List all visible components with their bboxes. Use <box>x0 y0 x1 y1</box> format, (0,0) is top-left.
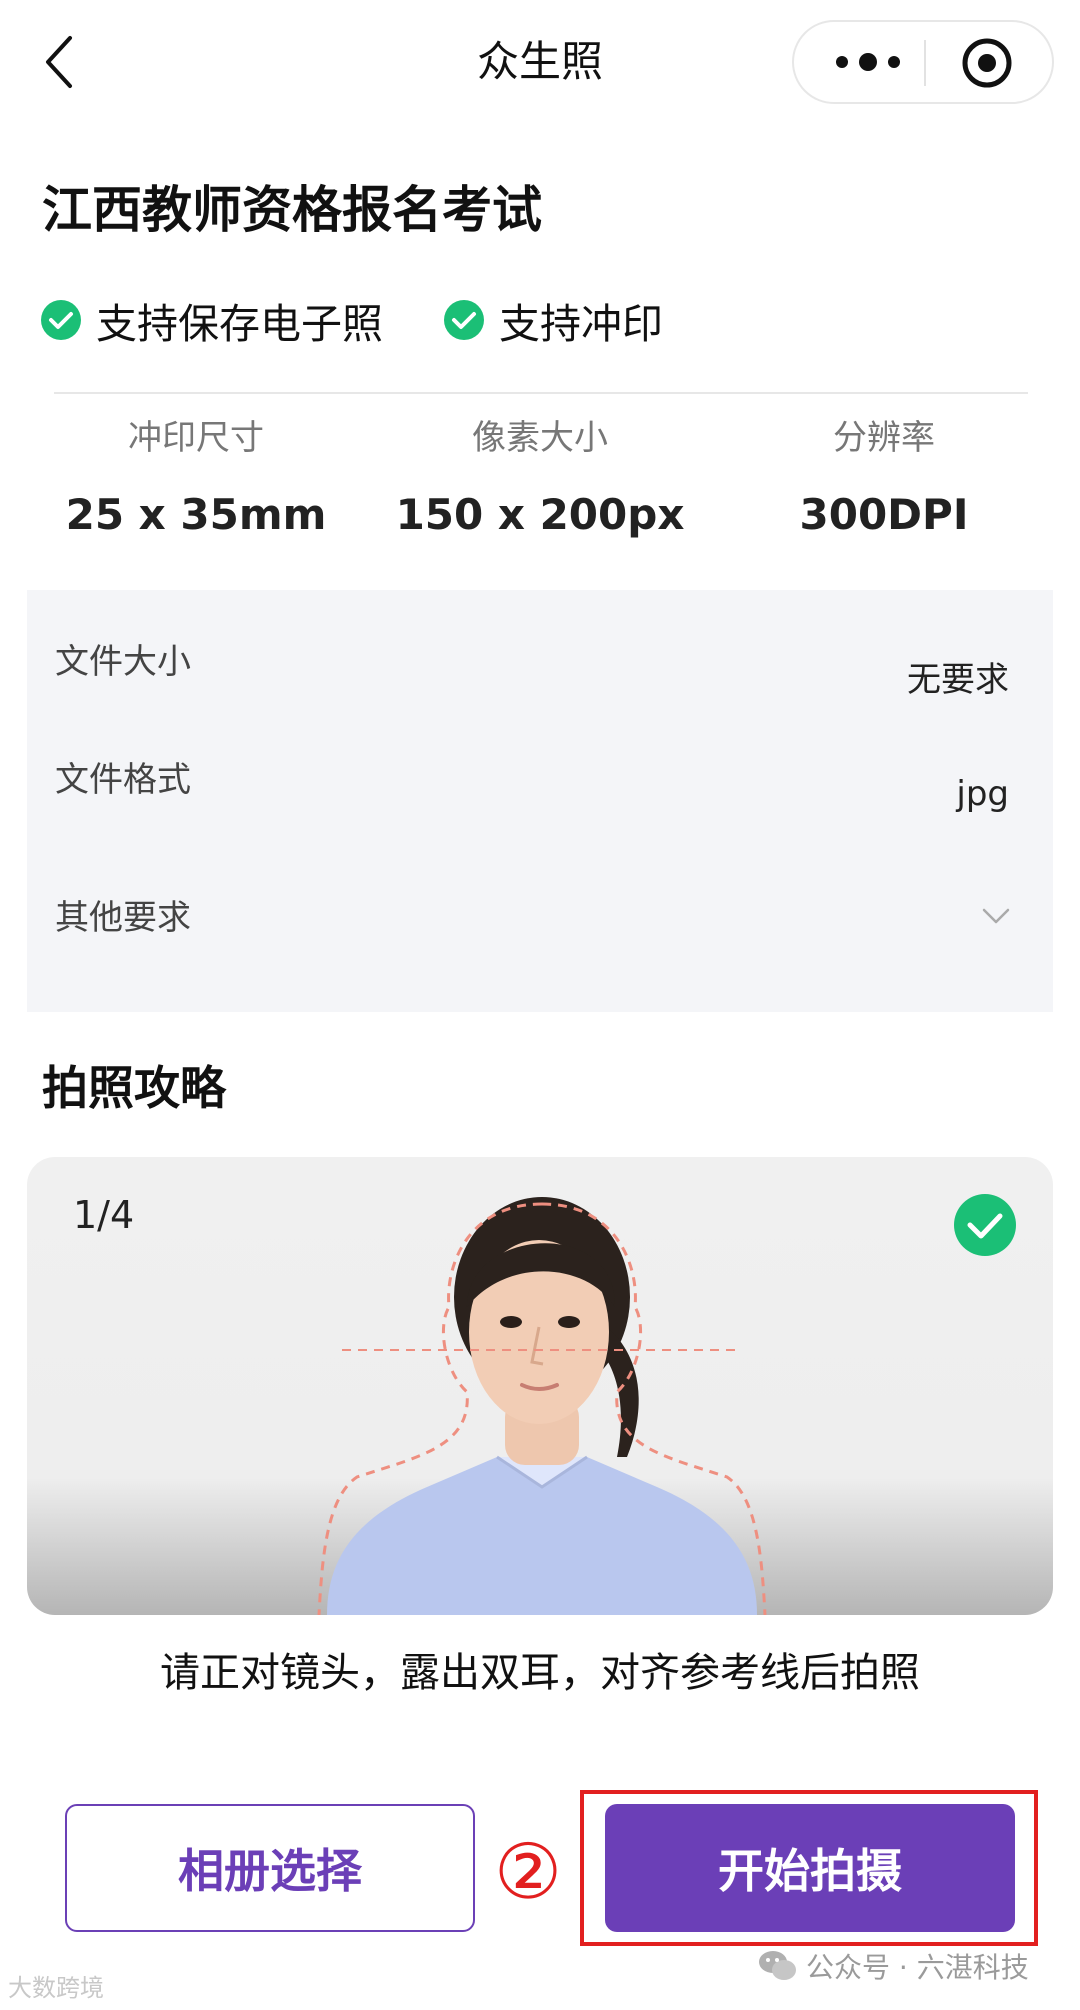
guide-hint-text: 请正对镜头，露出双耳，对齐参考线后拍照 <box>160 1650 920 1696</box>
file-format-value: jpg <box>956 774 1009 814</box>
divider <box>54 392 1028 394</box>
step-marker: ② <box>494 1827 563 1916</box>
spec-value: 300DPI <box>799 490 969 539</box>
spec-resolution: 分辨率 300DPI <box>714 410 1054 539</box>
other-requirements-label: 其他要求 <box>55 898 191 938</box>
check-circle-icon <box>954 1194 1016 1256</box>
file-format-label: 文件格式 <box>55 760 191 800</box>
file-size-value: 无要求 <box>907 660 1009 700</box>
file-format-row: 文件格式 jpg <box>55 752 1025 822</box>
feature-save-electronic: 支持保存电子照 <box>40 290 383 350</box>
feature-label: 支持保存电子照 <box>96 300 383 348</box>
guide-carousel-card[interactable]: 1/4 <box>27 1157 1053 1615</box>
page-title: 江西教师资格报名考试 <box>42 181 542 239</box>
mini-program-capsule <box>792 20 1054 104</box>
spec-pixel-size: 像素大小 150 x 200px <box>370 410 710 539</box>
watermark-text: 公众号 · 六湛科技 <box>806 1951 1029 1984</box>
other-requirements-row[interactable]: 其他要求 <box>55 890 1025 946</box>
spec-value: 150 x 200px <box>395 490 685 539</box>
watermark-left: 大数跨境 <box>8 1974 104 2002</box>
chevron-down-icon[interactable] <box>981 906 1011 926</box>
feature-print: 支持冲印 <box>443 290 663 350</box>
example-portrait-image <box>317 1197 767 1615</box>
guide-section-title: 拍照攻略 <box>42 1061 226 1115</box>
carousel-counter: 1/4 <box>73 1193 135 1237</box>
spec-print-size: 冲印尺寸 25 x 35mm <box>26 410 366 539</box>
watermark-official-account: 公众号 · 六湛科技 <box>758 1946 1029 1986</box>
file-size-label: 文件大小 <box>55 642 191 682</box>
requirements-panel: 文件大小 无要求 文件格式 jpg 其他要求 <box>27 590 1053 1012</box>
wechat-icon <box>759 1951 796 1980</box>
feature-label: 支持冲印 <box>499 300 663 348</box>
spec-label: 冲印尺寸 <box>128 418 264 458</box>
check-circle-icon <box>444 300 484 340</box>
close-mini-program-icon[interactable] <box>960 36 1014 90</box>
album-select-button[interactable]: 相册选择 <box>65 1804 475 1932</box>
spec-value: 25 x 35mm <box>65 490 327 539</box>
capsule-divider <box>924 40 926 86</box>
spec-label: 像素大小 <box>472 418 608 458</box>
file-size-row: 文件大小 无要求 <box>55 634 1025 704</box>
start-shooting-button[interactable]: 开始拍摄 <box>605 1804 1015 1932</box>
check-circle-icon <box>41 300 81 340</box>
spec-label: 分辨率 <box>833 418 935 458</box>
more-icon[interactable] <box>828 42 908 82</box>
